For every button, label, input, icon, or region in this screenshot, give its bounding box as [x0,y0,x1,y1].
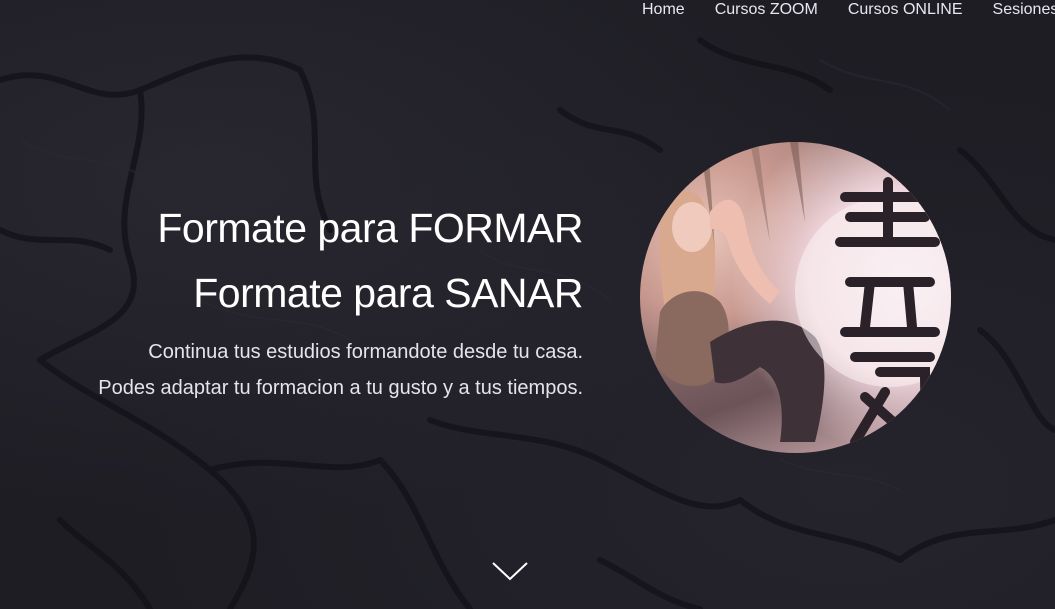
headline-line-1: Formate para FORMAR [157,205,583,251]
portrait-photo [640,142,951,453]
subtitle-line-1: Continua tus estudios formandote desde t… [148,341,583,363]
hero-section: Home Cursos ZOOM Cursos ONLINE Sesiones … [0,0,1055,609]
nav-item-cursos-online[interactable]: Cursos ONLINE [848,0,963,22]
top-nav: Home Cursos ZOOM Cursos ONLINE Sesiones [642,0,1055,22]
hero-headline: Formate para FORMAR Formate para SANAR [157,196,583,326]
scroll-down-button[interactable] [491,560,529,582]
nav-item-home[interactable]: Home [642,0,685,22]
chevron-down-icon [492,562,528,581]
hero-subtitle: Continua tus estudios formandote desde t… [98,334,583,406]
subtitle-line-2: Podes adaptar tu formacion a tu gusto y … [98,377,583,399]
headline-line-2: Formate para SANAR [193,270,583,316]
nav-item-cursos-zoom[interactable]: Cursos ZOOM [715,0,818,22]
nav-item-sesiones[interactable]: Sesiones [993,0,1055,22]
portrait-illustration [655,142,951,447]
